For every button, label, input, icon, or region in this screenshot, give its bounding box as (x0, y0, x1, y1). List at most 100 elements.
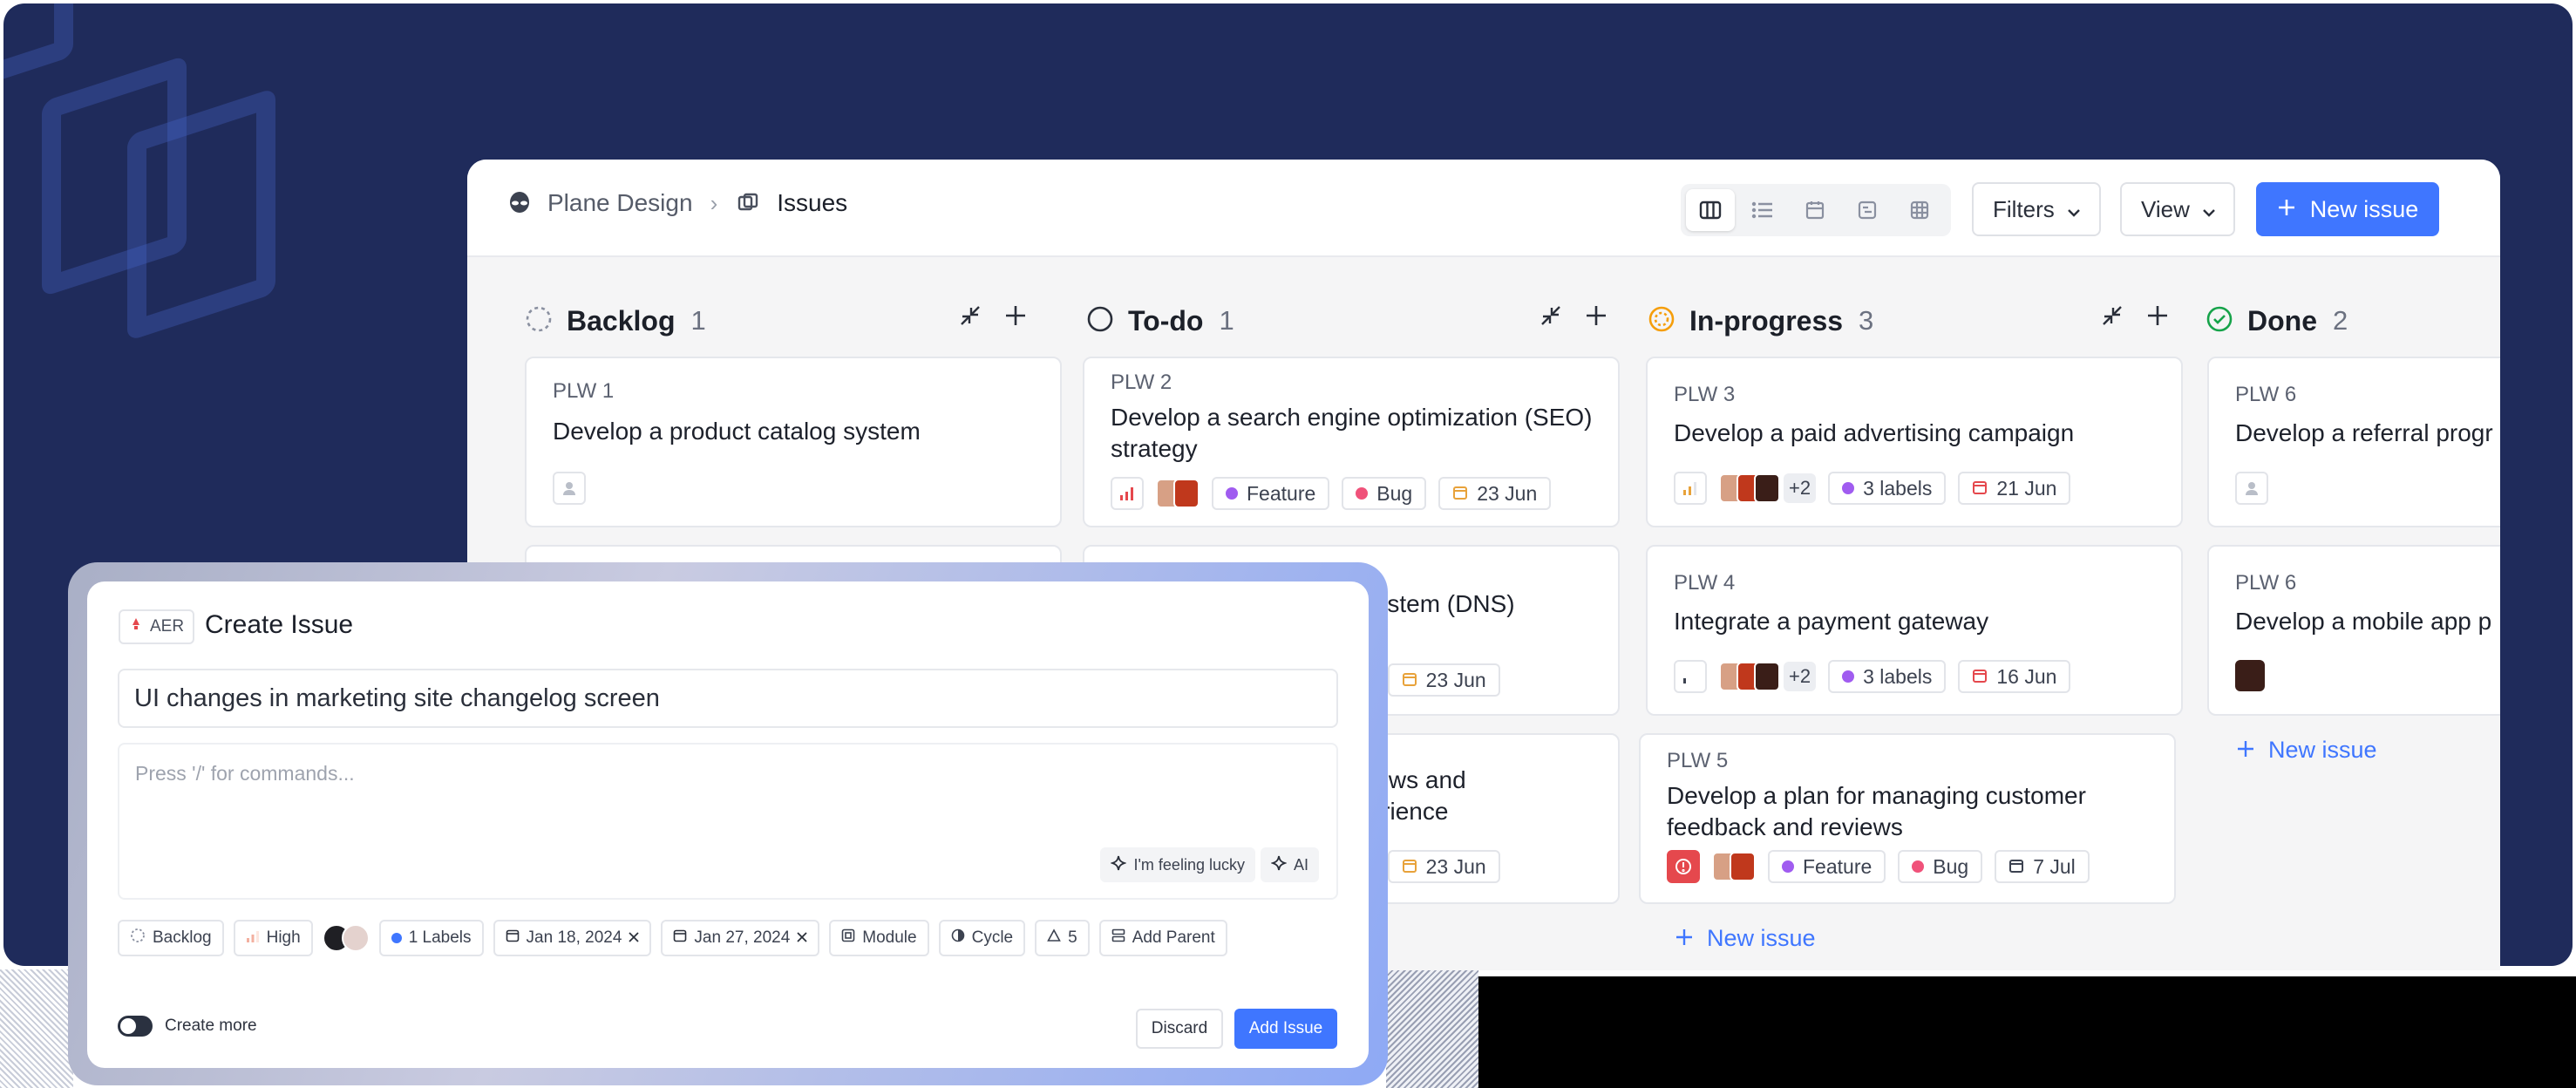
breadcrumb-page[interactable]: Issues (777, 189, 847, 217)
priority-medium-icon[interactable] (1674, 472, 1707, 505)
calendar-icon[interactable] (1791, 189, 1839, 231)
assignee-avatars[interactable]: +2 (1719, 662, 1817, 691)
column-count: 1 (690, 305, 706, 336)
description-editor[interactable]: Press '/' for commands... I'm feeling lu… (118, 743, 1338, 900)
close-icon[interactable] (629, 928, 640, 948)
due-date-chip[interactable]: 7 Jul (1995, 850, 2090, 883)
column-actions (1539, 304, 1607, 331)
issue-title-input[interactable]: UI changes in marketing site changelog s… (118, 669, 1338, 728)
assignee-icon[interactable] (2235, 472, 2268, 505)
assignee-avatars[interactable]: +2 (1719, 473, 1817, 503)
due-date-chip[interactable]: 23 Jun (1387, 850, 1500, 883)
sparkle-icon (1270, 855, 1288, 875)
calendar-icon (673, 928, 687, 948)
parent-label: Add Parent (1132, 928, 1215, 947)
collapse-icon[interactable] (959, 304, 982, 331)
filters-button[interactable]: Filters (1972, 182, 2101, 236)
labels-chip[interactable]: 3 labels (1828, 660, 1947, 693)
feeling-lucky-button[interactable]: I'm feeling lucky (1100, 847, 1255, 882)
add-parent-button[interactable]: Add Parent (1098, 920, 1227, 956)
feature-dot (1226, 487, 1238, 500)
create-more-label: Create more (165, 1017, 257, 1035)
label-chip[interactable]: Feature (1212, 477, 1330, 510)
calendar-icon (1452, 482, 1468, 506)
module-label: Module (862, 928, 917, 947)
labels-count: 3 labels (1863, 476, 1933, 500)
module-selector[interactable]: Module (829, 920, 929, 956)
breadcrumb-project[interactable]: Plane Design (547, 189, 693, 217)
due-date-chip[interactable]: 21 Jun (1958, 472, 2071, 505)
column-actions (2101, 304, 2169, 331)
add-issue-button[interactable]: Add Issue (1234, 1009, 1337, 1049)
ai-label: AI (1293, 855, 1308, 874)
avatar[interactable] (2235, 660, 2265, 691)
labels-selector[interactable]: 1 Labels (378, 920, 484, 956)
issue-card[interactable]: PLW 6 Develop a mobile app p (2207, 545, 2500, 716)
issue-card[interactable]: PLW 2 Develop a search engine optimizati… (1083, 357, 1620, 527)
avatar (1754, 662, 1780, 691)
view-button[interactable]: View (2120, 182, 2235, 236)
assignee-icon[interactable] (553, 472, 586, 505)
gantt-icon[interactable] (1895, 189, 1944, 231)
label-chip[interactable]: Bug (1898, 850, 1983, 883)
assignee-avatars[interactable] (322, 924, 370, 952)
priority-selector[interactable]: High (233, 920, 313, 956)
project-selector[interactable]: AER (119, 609, 195, 644)
priority-high-icon[interactable] (1111, 477, 1144, 510)
collapse-icon[interactable] (2101, 304, 2124, 331)
list-icon[interactable] (1738, 189, 1787, 231)
cycle-label: Cycle (971, 928, 1014, 947)
issue-card[interactable]: PLW 3 Develop a paid advertising campaig… (1646, 357, 2183, 527)
cycle-selector[interactable]: Cycle (938, 920, 1026, 956)
due-date-selector[interactable]: Jan 27, 2024 (661, 920, 820, 956)
labels-chip[interactable]: 3 labels (1828, 472, 1947, 505)
issue-card[interactable]: PLW 4 Integrate a payment gateway +2 3 l… (1646, 545, 2183, 716)
issue-title: Integrate a payment gateway (1674, 608, 1989, 635)
chevron-right-icon: › (710, 189, 718, 216)
state-selector[interactable]: Backlog (118, 920, 224, 956)
column-header-todo: To-do 1 (1086, 299, 1234, 343)
due-date-chip[interactable]: 23 Jun (1438, 477, 1552, 510)
estimate-selector[interactable]: 5 (1035, 920, 1090, 956)
assignee-avatars[interactable] (1712, 852, 1756, 881)
new-issue-label: New issue (2268, 737, 2377, 763)
kanban-icon[interactable] (1686, 189, 1735, 231)
start-date: Jan 18, 2024 (526, 928, 622, 947)
new-issue-link[interactable]: New issue (1675, 925, 1816, 952)
priority-high-icon (246, 928, 260, 948)
start-date-selector[interactable]: Jan 18, 2024 (493, 920, 652, 956)
issue-card[interactable]: PLW 5 Develop a plan for managing custom… (1639, 733, 2176, 904)
label-chip[interactable]: Feature (1768, 850, 1886, 883)
discard-button[interactable]: Discard (1136, 1009, 1223, 1049)
done-status-icon (2206, 305, 2233, 337)
chevron-down-icon (2067, 196, 2081, 223)
priority-urgent-icon[interactable] (1667, 850, 1700, 883)
feature-dot (1782, 860, 1794, 873)
add-icon[interactable] (2146, 304, 2169, 331)
issue-properties: Backlog High 1 Labels Jan 18, 2024 Jan 2… (118, 920, 1227, 956)
new-issue-button[interactable]: New issue (2256, 182, 2439, 236)
priority-low-icon[interactable] (1674, 660, 1707, 693)
assignee-avatars[interactable] (1156, 479, 1200, 508)
add-icon[interactable] (1585, 304, 1607, 331)
bug-dot (1356, 487, 1369, 500)
label-chip[interactable]: Bug (1342, 477, 1427, 510)
due-date-chip[interactable]: 23 Jun (1387, 663, 1500, 697)
project-badge: AER (150, 617, 185, 636)
collapse-icon[interactable] (1539, 304, 1562, 331)
due-date: 16 Jun (1996, 664, 2057, 688)
due-date-chip[interactable]: 16 Jun (1958, 660, 2071, 693)
close-icon[interactable] (797, 928, 807, 948)
add-icon[interactable] (1004, 304, 1027, 331)
new-issue-link[interactable]: New issue (2237, 737, 2377, 764)
issue-card[interactable]: PLW 6 Develop a referral progr (2207, 357, 2500, 527)
parent-icon (1111, 928, 1125, 948)
issue-card[interactable]: PLW 1 Develop a product catalog system (525, 357, 1062, 527)
spreadsheet-icon[interactable] (1843, 189, 1892, 231)
labels-count: 3 labels (1863, 664, 1933, 688)
create-more-toggle[interactable] (118, 1016, 153, 1037)
avatar (341, 924, 370, 952)
ai-button[interactable]: AI (1260, 847, 1319, 882)
issue-title: Develop a referral progr (2235, 419, 2493, 446)
create-issue-modal: AER Create Issue UI changes in marketing… (87, 581, 1369, 1068)
